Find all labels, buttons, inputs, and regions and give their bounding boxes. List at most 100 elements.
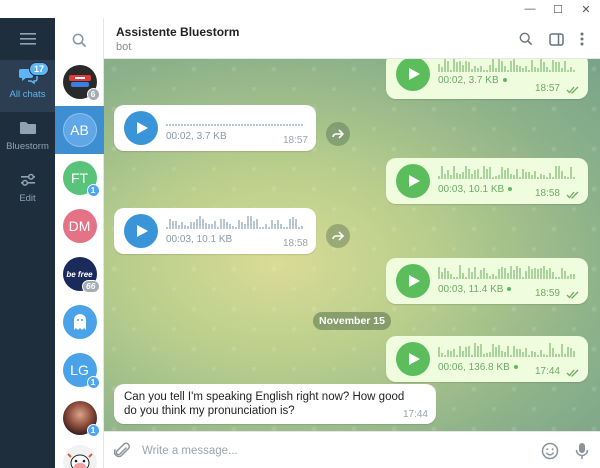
play-button[interactable]: [396, 59, 430, 91]
waveform-bar: [169, 219, 171, 229]
cow-avatar-icon: 1: [62, 445, 97, 468]
waveform-bar: [193, 124, 195, 126]
waveform-bar: [172, 124, 174, 126]
waveform-bar: [235, 227, 237, 229]
waveform-bar: [564, 61, 566, 72]
message-input[interactable]: [142, 442, 522, 460]
folder-edit[interactable]: Edit: [0, 164, 55, 216]
search-chat-button[interactable]: [517, 30, 535, 48]
folder-all-chats[interactable]: 17 All chats: [0, 60, 55, 112]
waveform-bar: [552, 272, 554, 279]
search-button[interactable]: [55, 30, 104, 50]
waveform-bar: [253, 221, 255, 229]
date-separator: November 15: [313, 312, 391, 330]
avatar: [62, 305, 97, 339]
chat-item[interactable]: [55, 298, 104, 346]
forward-button[interactable]: [326, 122, 350, 146]
play-button[interactable]: [124, 111, 158, 145]
unread-badge: 1: [86, 376, 100, 389]
waveform-bar: [459, 346, 461, 357]
waveform-bar: [501, 167, 503, 179]
message-area[interactable]: 00:02, 3.7 KB 18:57 00:02, 3.7 KB 18:57 …: [104, 59, 600, 431]
minimize-button[interactable]: —: [516, 0, 544, 18]
folder-bluestorm[interactable]: Bluestorm: [0, 112, 55, 164]
waveform-bar: [495, 347, 497, 357]
voice-meta: 00:06, 136.8 KB: [438, 362, 518, 373]
waveform-bar: [444, 268, 446, 279]
chat-item[interactable]: FT 1: [55, 154, 104, 202]
waveform-bar: [462, 65, 464, 72]
waveform-bar: [534, 268, 536, 279]
waveform-bar: [286, 124, 288, 126]
waveform-bar: [528, 70, 530, 72]
waveform-bar: [474, 267, 476, 279]
waveform-bar: [537, 68, 539, 72]
voice-duration: 00:02: [438, 75, 464, 86]
play-button[interactable]: [396, 264, 430, 298]
chat-item-active[interactable]: AB: [55, 106, 104, 154]
play-button[interactable]: [396, 164, 430, 198]
close-button[interactable]: ✕: [572, 0, 600, 18]
more-vertical-icon: [580, 32, 584, 46]
waveform-bar: [573, 70, 575, 72]
waveform-bar: [226, 124, 228, 126]
chat-item[interactable]: 6: [55, 58, 104, 106]
more-menu-button[interactable]: [573, 30, 591, 48]
waveform-bar: [570, 67, 572, 72]
waveform-bar: [543, 266, 545, 279]
waveform-bar: [187, 124, 189, 126]
waveform-bar: [489, 65, 491, 72]
waveform-bar: [507, 346, 509, 357]
waveform-bar: [286, 227, 288, 229]
waveform-bar: [238, 124, 240, 126]
play-button[interactable]: [124, 214, 158, 248]
waveform-bar: [513, 270, 515, 279]
sidebar-toggle-button[interactable]: [547, 30, 565, 48]
maximize-button[interactable]: ☐: [544, 0, 572, 18]
waveform-bar: [199, 124, 201, 126]
waveform: [438, 265, 575, 279]
emoji-button[interactable]: [540, 441, 560, 461]
chat-title[interactable]: Assistente Bluestorm: [116, 25, 239, 39]
voice-record-button[interactable]: [572, 441, 592, 461]
chat-item[interactable]: 1: [55, 394, 104, 442]
voice-duration: 00:03: [438, 284, 464, 295]
chat-item[interactable]: LG 1: [55, 346, 104, 394]
waveform-bar: [540, 350, 542, 357]
waveform-bar: [214, 221, 216, 229]
waveform-bar: [444, 355, 446, 357]
voice-duration: 00:03: [166, 234, 192, 245]
chat-item[interactable]: 1: [55, 438, 104, 468]
waveform-bar: [283, 227, 285, 229]
paperclip-icon: [114, 442, 130, 458]
waveform-bar: [492, 59, 494, 72]
play-button[interactable]: [396, 342, 430, 376]
forward-button[interactable]: [326, 224, 350, 248]
waveform-bar: [456, 277, 458, 279]
waveform-bar: [166, 227, 168, 229]
waveform-bar: [519, 177, 521, 179]
menu-button[interactable]: [0, 28, 55, 50]
waveform-bar: [552, 60, 554, 72]
waveform-bar: [447, 61, 449, 72]
logo-text: be free: [66, 269, 93, 279]
waveform-bar: [292, 124, 294, 126]
waveform-bar: [543, 175, 545, 179]
waveform-bar: [519, 268, 521, 279]
waveform-bar: [570, 274, 572, 279]
folder-unread-badge: 17: [29, 62, 50, 76]
waveform-bar: [567, 70, 569, 72]
waveform-bar: [492, 177, 494, 179]
photo-avatar-icon: 1: [62, 401, 100, 437]
waveform-bar: [178, 225, 180, 229]
waveform-bar: [471, 272, 473, 279]
waveform-bar: [274, 224, 276, 229]
waveform-bar: [283, 124, 285, 126]
attach-button[interactable]: [112, 441, 132, 461]
waveform-bar: [301, 226, 303, 229]
waveform-bar: [247, 216, 249, 229]
chat-item[interactable]: be free 66: [55, 250, 104, 298]
waveform-bar: [504, 170, 506, 179]
message-time: 18:58: [534, 188, 560, 199]
chat-item[interactable]: DM: [55, 202, 104, 250]
